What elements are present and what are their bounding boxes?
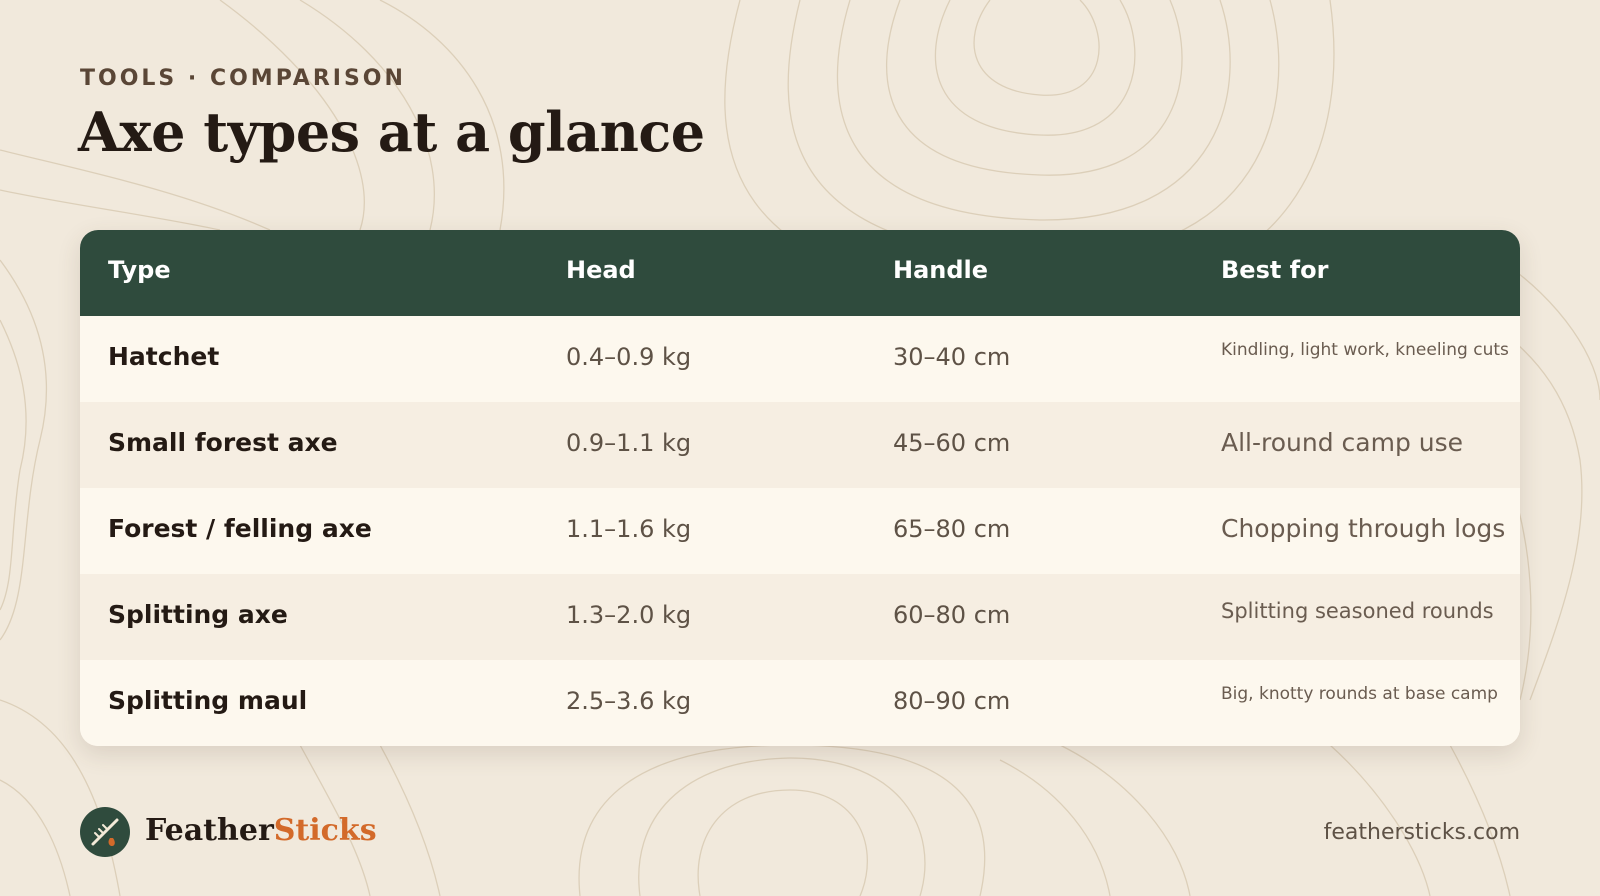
cell-type: Forest / felling axe bbox=[108, 514, 372, 543]
cell-type: Splitting axe bbox=[108, 600, 288, 629]
cell-handle: 30–40 cm bbox=[893, 343, 1011, 371]
cell-handle: 65–80 cm bbox=[893, 515, 1011, 543]
table-row: Splitting axe 1.3–2.0 kg 60–80 cm Splitt… bbox=[80, 574, 1520, 660]
cell-head: 1.3–2.0 kg bbox=[566, 601, 692, 629]
cell-head: 2.5–3.6 kg bbox=[566, 687, 692, 715]
table-row: Forest / felling axe 1.1–1.6 kg 65–80 cm… bbox=[80, 488, 1520, 574]
website-link[interactable]: feathersticks.com bbox=[1324, 820, 1520, 845]
cell-type: Splitting maul bbox=[108, 686, 308, 715]
brand-name-part1: Feather bbox=[145, 813, 274, 848]
cell-best-for: All-round camp use bbox=[1221, 428, 1464, 457]
cell-head: 0.9–1.1 kg bbox=[566, 429, 692, 457]
table-row: Hatchet 0.4–0.9 kg 30–40 cm Kindling, li… bbox=[80, 316, 1520, 402]
page-title: Axe types at a glance bbox=[78, 100, 705, 164]
table-row: Splitting maul 2.5–3.6 kg 80–90 cm Big, … bbox=[80, 660, 1520, 746]
cell-best-for: Big, knotty rounds at base camp bbox=[1221, 684, 1498, 704]
column-header-type: Type bbox=[108, 256, 171, 284]
comparison-table: Type Head Handle Best for Hatchet 0.4–0.… bbox=[80, 230, 1520, 746]
column-header-best-for: Best for bbox=[1221, 256, 1329, 284]
cell-type: Hatchet bbox=[108, 342, 220, 371]
table-header-row: Type Head Handle Best for bbox=[80, 230, 1520, 316]
cell-handle: 60–80 cm bbox=[893, 601, 1011, 629]
cell-handle: 80–90 cm bbox=[893, 687, 1011, 715]
axe-logo-icon bbox=[80, 807, 130, 857]
column-header-head: Head bbox=[566, 256, 636, 284]
cell-type: Small forest axe bbox=[108, 428, 338, 457]
cell-head: 0.4–0.9 kg bbox=[566, 343, 692, 371]
brand-name-part2: Sticks bbox=[273, 813, 377, 848]
cell-head: 1.1–1.6 kg bbox=[566, 515, 692, 543]
brand-name: FeatherSticks bbox=[145, 813, 377, 848]
table-row: Small forest axe 0.9–1.1 kg 45–60 cm All… bbox=[80, 402, 1520, 488]
cell-best-for: Splitting seasoned rounds bbox=[1221, 599, 1494, 623]
column-header-handle: Handle bbox=[893, 256, 989, 284]
cell-best-for: Kindling, light work, kneeling cuts bbox=[1221, 340, 1509, 360]
cell-handle: 45–60 cm bbox=[893, 429, 1011, 457]
cell-best-for: Chopping through logs bbox=[1221, 514, 1506, 543]
section-eyebrow: TOOLS · COMPARISON bbox=[80, 66, 406, 91]
